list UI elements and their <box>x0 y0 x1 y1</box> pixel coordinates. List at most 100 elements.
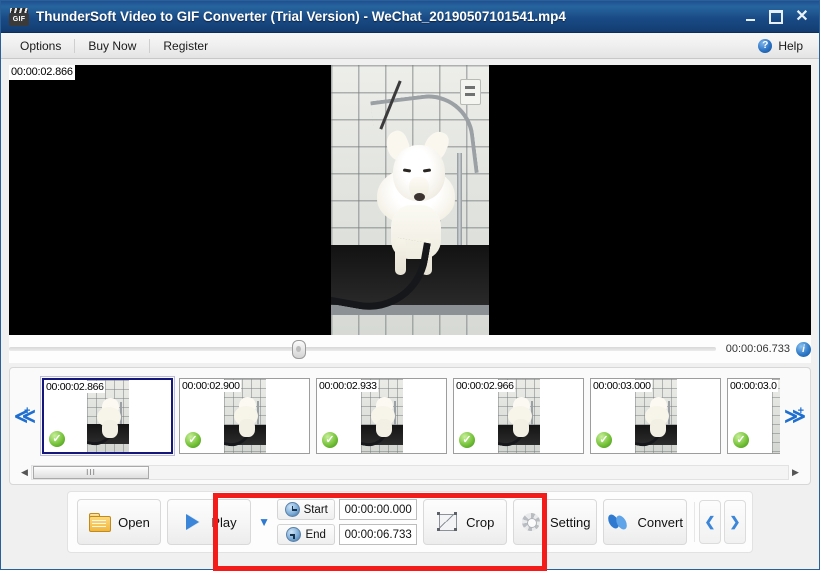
help-label: Help <box>778 38 803 53</box>
gear-icon <box>520 512 542 532</box>
thumb-dog-body <box>649 419 666 437</box>
close-icon[interactable]: ✕ <box>789 6 815 28</box>
dog-nose <box>414 193 425 201</box>
start-label: Start <box>303 503 328 516</box>
menu-item-options[interactable]: Options <box>7 36 74 56</box>
play-dropdown-button[interactable]: ▼ <box>254 499 274 545</box>
scrollbar-track[interactable]: III <box>31 465 789 480</box>
crop-icon <box>436 512 458 532</box>
frame-timestamp: 00:00:03.000 <box>592 380 652 392</box>
convert-label: Convert <box>637 514 683 530</box>
thumb-dog-body <box>375 419 392 437</box>
maximize-icon[interactable] <box>763 6 789 28</box>
start-time-input[interactable]: 00:00:00.000 <box>339 499 418 520</box>
help-icon: ? <box>758 38 773 53</box>
pager-group: ❮ ❯ <box>699 500 746 544</box>
add-frame-right-icon: + <box>797 404 804 417</box>
frame-timestamp: 00:00:03.0 <box>729 380 778 392</box>
thumb-dog-body <box>238 419 255 437</box>
clapper-icon <box>10 7 28 13</box>
filmstrip-frame[interactable]: 00:00:03.0 ✓ <box>727 378 780 454</box>
crop-button[interactable]: Crop <box>423 499 508 545</box>
scroll-left-icon[interactable]: ◀ <box>18 467 31 478</box>
app-icon-label: GIF <box>9 12 29 26</box>
help-button[interactable]: ? Help <box>758 38 813 53</box>
minimize-icon[interactable] <box>737 6 763 28</box>
filmstrip-frame[interactable]: 00:00:02.966 ✓ <box>453 378 584 454</box>
folder-icon <box>88 512 112 532</box>
frame-included-check-icon[interactable]: ✓ <box>732 431 750 449</box>
play-label: Play <box>211 514 237 530</box>
frame-included-check-icon[interactable]: ✓ <box>48 430 66 448</box>
end-time-input[interactable]: 00:00:06.733 <box>339 524 418 545</box>
bottom-toolbar-area: Open Play ▼ Start 00:00:00.000 End 00:00… <box>9 491 811 571</box>
filmstrip-frame[interactable]: 00:00:02.900 ✓ <box>179 378 310 454</box>
filmstrip-panel: ≪ + 00:00:02.866 ✓ 00:00:02.900 ✓ 00:00:… <box>9 367 811 485</box>
frame-timestamp: 00:00:02.933 <box>318 380 378 392</box>
frame-timestamp: 00:00:02.866 <box>45 381 105 393</box>
play-icon <box>181 512 203 532</box>
video-frame <box>331 65 489 335</box>
thumb-dog <box>644 393 670 439</box>
frame-included-check-icon[interactable]: ✓ <box>595 431 613 449</box>
title-bar: GIF ThunderSoft Video to GIF Converter (… <box>1 1 819 33</box>
thumb-dog <box>370 393 396 439</box>
crop-label: Crop <box>466 514 495 530</box>
app-icon: GIF <box>9 7 29 26</box>
next-page-button[interactable]: ❯ <box>724 500 746 544</box>
thumb-dog-body <box>512 419 529 437</box>
frame-timestamp: 00:00:02.966 <box>455 380 515 392</box>
clock-end-icon <box>286 527 302 542</box>
open-button[interactable]: Open <box>77 499 161 545</box>
menu-bar: Options Buy Now Register ? Help <box>1 33 819 59</box>
filmstrip-frame[interactable]: 00:00:02.866 ✓ <box>40 376 175 456</box>
convert-button[interactable]: Convert <box>603 499 688 545</box>
play-button[interactable]: Play <box>167 499 251 545</box>
wall-outlet <box>460 79 481 105</box>
filmstrip-row: ≪ + 00:00:02.866 ✓ 00:00:02.900 ✓ 00:00:… <box>10 368 810 464</box>
trim-fields-group: Start 00:00:00.000 End 00:00:06.733 <box>277 499 418 545</box>
end-time-row: End 00:00:06.733 <box>277 524 418 545</box>
end-label: End <box>305 528 326 541</box>
info-icon[interactable]: i <box>796 341 811 357</box>
seek-bar-row: 00:00:06.733 i <box>9 335 811 363</box>
convert-icon <box>606 512 630 532</box>
toolbar-divider <box>694 502 695 542</box>
frame-timestamp: 00:00:02.900 <box>181 380 241 392</box>
end-button[interactable]: End <box>277 524 336 545</box>
thumb-dog-body <box>101 420 118 438</box>
seek-slider-thumb[interactable] <box>291 340 306 359</box>
application-window: GIF ThunderSoft Video to GIF Converter (… <box>0 0 820 571</box>
previous-page-button[interactable]: ❮ <box>699 500 721 544</box>
video-preview[interactable]: 00:00:02.866 <box>9 65 811 335</box>
scrollbar-thumb[interactable]: III <box>33 466 149 479</box>
frame-included-check-icon[interactable]: ✓ <box>321 431 339 449</box>
menu-item-register[interactable]: Register <box>150 36 221 56</box>
start-button[interactable]: Start <box>277 499 336 520</box>
seek-slider-track[interactable] <box>9 340 716 359</box>
thumb-dog <box>507 393 533 439</box>
filmstrip-scrollbar[interactable]: ◀ III ▶ <box>18 465 802 480</box>
thumb-dog <box>233 393 259 439</box>
clock-start-icon <box>284 502 300 517</box>
scroll-right-icon[interactable]: ▶ <box>789 467 802 478</box>
bottom-toolbar: Open Play ▼ Start 00:00:00.000 End 00:00… <box>67 491 753 553</box>
window-title: ThunderSoft Video to GIF Converter (Tria… <box>36 9 566 24</box>
start-time-row: Start 00:00:00.000 <box>277 499 418 520</box>
window-controls: ✕ <box>737 6 815 28</box>
filmstrip-frame[interactable]: 00:00:03.000 ✓ <box>590 378 721 454</box>
filmstrip-next-arrow[interactable]: ≫ + <box>780 404 810 429</box>
filmstrip-prev-arrow[interactable]: ≪ + <box>10 404 40 429</box>
thumb-dog <box>96 394 122 440</box>
setting-button[interactable]: Setting <box>513 499 598 545</box>
setting-label: Setting <box>549 514 591 530</box>
filmstrip-frame[interactable]: 00:00:02.933 ✓ <box>316 378 447 454</box>
preview-timestamp-overlay: 00:00:02.866 <box>9 65 75 80</box>
add-frame-left-icon: + <box>24 404 31 417</box>
total-duration-label: 00:00:06.733 <box>725 343 790 355</box>
frame-included-check-icon[interactable]: ✓ <box>184 431 202 449</box>
frame-included-check-icon[interactable]: ✓ <box>458 431 476 449</box>
open-label: Open <box>118 514 150 530</box>
filmstrip-thumbnails[interactable]: 00:00:02.866 ✓ 00:00:02.900 ✓ 00:00:02.9… <box>40 368 780 464</box>
menu-item-buy-now[interactable]: Buy Now <box>75 36 149 56</box>
